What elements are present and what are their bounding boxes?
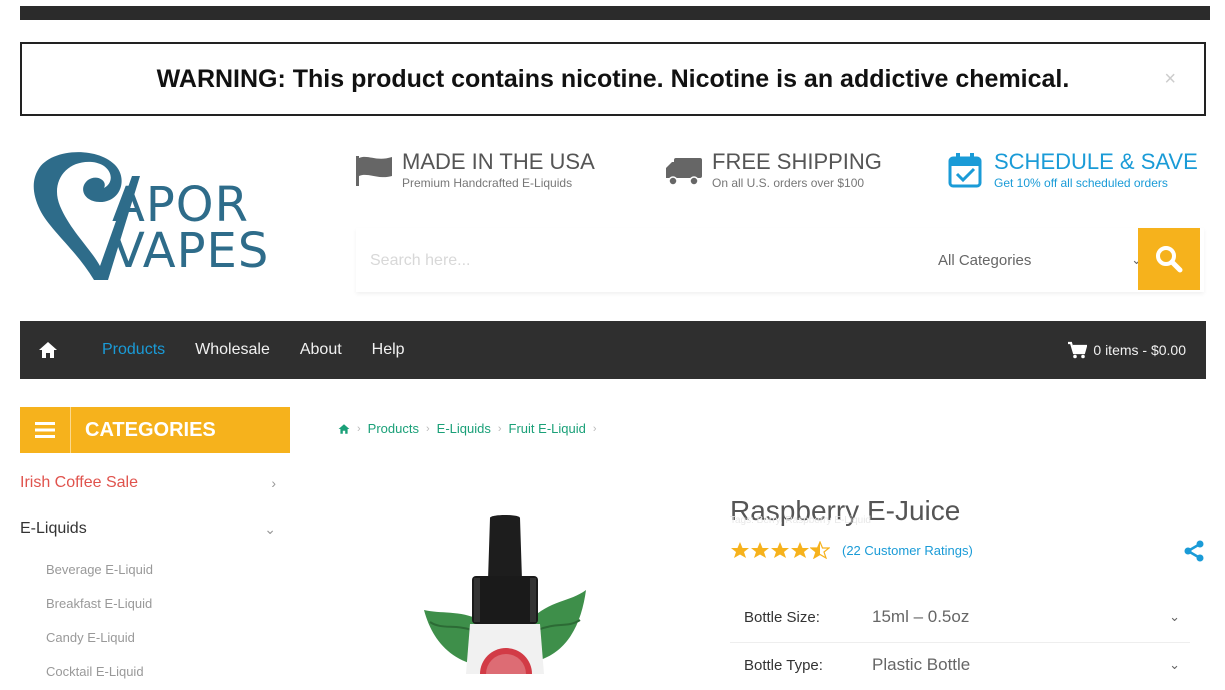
feature-subtitle: Premium Handcrafted E-Liquids — [402, 176, 573, 190]
categories-header[interactable]: CATEGORIES — [20, 407, 290, 453]
subcategory-cocktail[interactable]: Cocktail E-Liquid — [20, 654, 290, 688]
star-icon — [771, 542, 789, 558]
option-value: Plastic Bottle — [872, 655, 971, 674]
breadcrumb-products[interactable]: Products — [368, 421, 419, 436]
subcategory-candy[interactable]: Candy E-Liquid — [20, 620, 290, 654]
feature-title: FREE SHIPPING — [712, 149, 882, 174]
category-irish-coffee-sale[interactable]: Irish Coffee Sale › — [20, 460, 290, 506]
breadcrumb-separator: › — [497, 422, 502, 435]
logo-line-2: VAPES — [112, 223, 270, 279]
breadcrumb-separator: › — [592, 422, 597, 435]
feature-schedule-save[interactable]: SCHEDULE & SAVE Get 10% off all schedule… — [946, 150, 1198, 190]
top-dark-bar — [20, 6, 1210, 20]
nicotine-warning-banner: WARNING: This product contains nicotine.… — [20, 42, 1206, 116]
breadcrumb-e-liquids[interactable]: E-Liquids — [437, 421, 491, 436]
bottle-type-select[interactable]: Bottle Type: Plastic Bottle ⌄ — [730, 640, 1190, 690]
feature-subtitle: Get 10% off all scheduled orders — [994, 176, 1168, 190]
warning-text: WARNING: This product contains nicotine.… — [156, 64, 1070, 93]
logo-wordmark: APOR VAPES — [112, 177, 270, 279]
breadcrumb-separator: › — [357, 422, 361, 435]
category-label: Irish Coffee Sale — [20, 474, 138, 491]
cart-total: 0 items - $0.00 — [1093, 342, 1186, 358]
chevron-right-icon: › — [271, 475, 276, 491]
nav-help[interactable]: Help — [372, 341, 405, 359]
feature-subtitle: On all U.S. orders over $100 — [712, 176, 865, 190]
category-select[interactable]: All Categories ⌄ — [938, 228, 1148, 292]
subcategory-breakfast[interactable]: Breakfast E-Liquid — [20, 586, 290, 620]
category-list: Irish Coffee Sale › E-Liquids ⌄ Beverage… — [20, 460, 290, 688]
breadcrumb-separator: › — [425, 422, 430, 435]
feature-made-in-usa: MADE IN THE USA Premium Handcrafted E-Li… — [354, 150, 595, 190]
option-label: Bottle Type: — [744, 656, 823, 674]
search-input[interactable] — [356, 228, 932, 294]
chevron-down-icon: ⌄ — [1169, 657, 1180, 672]
star-icon — [791, 542, 809, 558]
cart-summary[interactable]: 0 items - $0.00 — [1067, 341, 1186, 359]
truck-icon — [666, 158, 702, 186]
bottle-size-select[interactable]: Bottle Size: 15ml – 0.5oz ⌄ — [730, 592, 1190, 643]
product-image[interactable] — [410, 510, 600, 674]
flag-icon — [356, 156, 392, 186]
option-value: 15ml – 0.5oz — [872, 607, 970, 626]
calendar-icon — [948, 153, 982, 188]
feature-title: MADE IN THE USA — [402, 149, 595, 174]
category-e-liquids[interactable]: E-Liquids ⌄ — [20, 506, 290, 552]
half-star-icon — [810, 541, 830, 559]
cart-icon — [1068, 341, 1088, 359]
star-icon — [751, 542, 769, 558]
categories-title: CATEGORIES — [85, 418, 216, 441]
search-bar: All Categories ⌄ — [356, 228, 1204, 294]
search-icon — [1156, 246, 1183, 273]
product-rating: (22 Customer Ratings) — [730, 541, 973, 559]
logo-line-1: APOR — [112, 177, 249, 233]
star-rating — [730, 541, 830, 559]
category-label: E-Liquids — [20, 520, 87, 537]
nav-products[interactable]: Products — [102, 341, 165, 359]
vapor-vapes-logo[interactable]: APOR VAPES — [20, 140, 320, 285]
search-button[interactable] — [1138, 228, 1200, 290]
feature-free-shipping: FREE SHIPPING On all U.S. orders over $1… — [664, 150, 882, 190]
breadcrumb: › Products › E-Liquids › Fruit E-Liquid … — [338, 421, 604, 436]
breadcrumb-fruit-e-liquid[interactable]: Fruit E-Liquid — [509, 421, 586, 436]
share-icon[interactable] — [1183, 540, 1205, 562]
category-select-value: All Categories — [938, 251, 1032, 269]
chevron-down-icon: ⌄ — [1169, 609, 1180, 624]
close-icon[interactable]: × — [1164, 68, 1176, 91]
star-icon — [731, 542, 749, 558]
home-icon[interactable] — [38, 340, 58, 360]
subcategory-beverage[interactable]: Beverage E-Liquid — [20, 552, 290, 586]
main-navbar: Products Wholesale About Help 0 items - … — [20, 321, 1206, 379]
chevron-down-icon: ⌄ — [264, 520, 276, 537]
product-tags: Tags: Berry, Raspberry E-Liquid — [730, 515, 871, 526]
feature-title: SCHEDULE & SAVE — [994, 149, 1198, 174]
menu-icon — [20, 407, 71, 453]
option-label: Bottle Size: — [744, 608, 820, 626]
home-icon[interactable] — [338, 423, 350, 435]
nav-about[interactable]: About — [300, 341, 342, 359]
nav-wholesale[interactable]: Wholesale — [195, 341, 270, 359]
customer-ratings-link[interactable]: (22 Customer Ratings) — [842, 543, 973, 558]
